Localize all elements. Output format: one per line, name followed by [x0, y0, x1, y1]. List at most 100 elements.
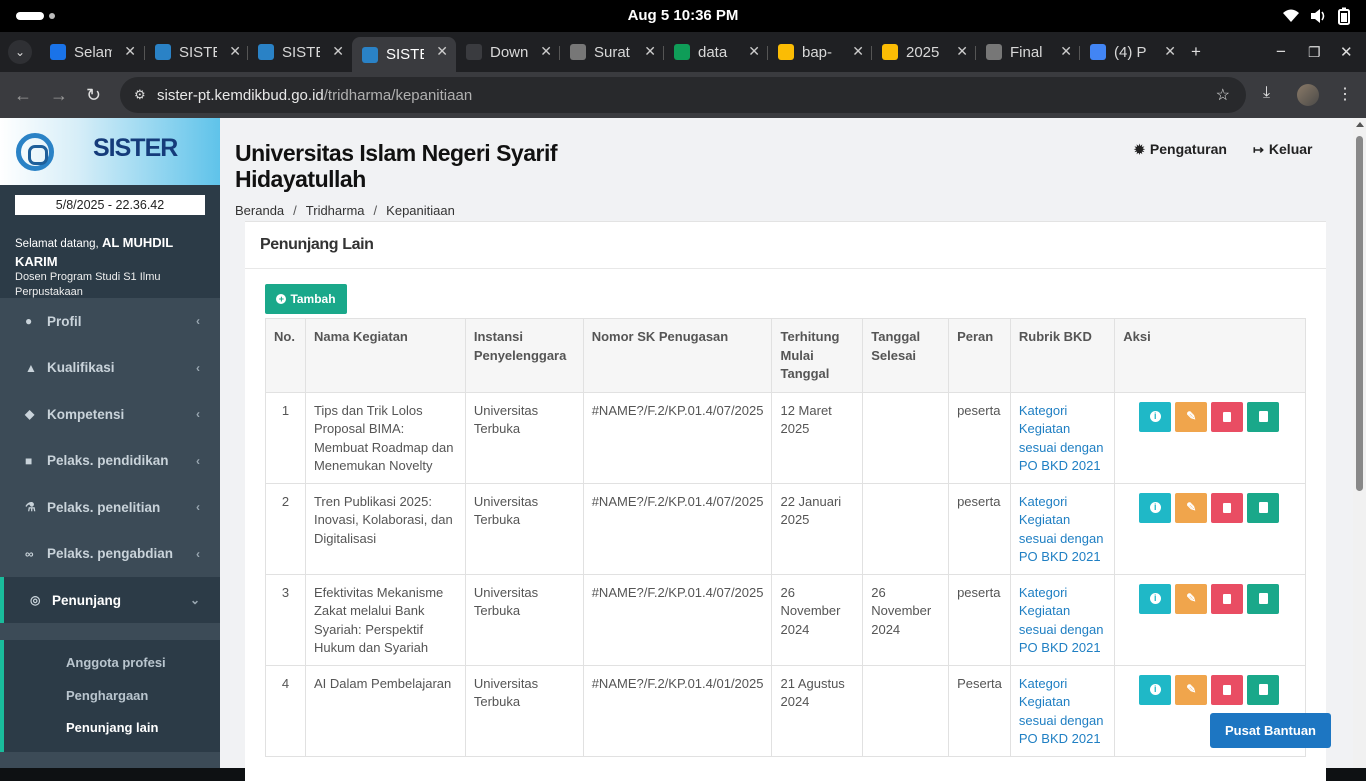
- address-bar[interactable]: ⚙ sister-pt.kemdikbud.go.id/tridharma/ke…: [120, 77, 1246, 113]
- info-button[interactable]: i: [1139, 401, 1172, 432]
- submenu-penghargaan[interactable]: Penghargaan: [66, 688, 148, 703]
- cell-mulai: 22 Januari 2025: [771, 482, 864, 575]
- document-button[interactable]: [1247, 583, 1280, 614]
- system-tray[interactable]: [1282, 7, 1350, 25]
- tab-close-icon[interactable]: ✕: [124, 43, 136, 60]
- browser-tab[interactable]: SISTER ✕: [248, 37, 352, 67]
- browser-tab[interactable]: (4) P ✕: [1080, 37, 1184, 67]
- main-content: Universitas Islam Negeri Syarif Hidayatu…: [220, 118, 1353, 781]
- help-center-button[interactable]: Pusat Bantuan: [1210, 713, 1331, 748]
- rubrik-link[interactable]: Kategori Kegiatan sesuai dengan PO BKD 2…: [1009, 664, 1116, 757]
- bookmark-star-icon[interactable]: ☆: [1216, 85, 1230, 105]
- sidebar-item-pelaks-penelitian[interactable]: ⚗ Pelaks. penelitian ‹: [0, 484, 220, 530]
- delete-icon: [1223, 593, 1232, 604]
- tab-close-icon[interactable]: ✕: [229, 43, 241, 60]
- rubrik-link[interactable]: Kategori Kegiatan sesuai dengan PO BKD 2…: [1009, 573, 1116, 666]
- tab-close-icon[interactable]: ✕: [436, 43, 448, 60]
- sidebar-item-kompetensi[interactable]: ◆ Kompetensi ‹: [0, 391, 220, 437]
- document-button[interactable]: [1247, 401, 1280, 432]
- forward-icon[interactable]: →: [50, 85, 68, 106]
- tab-title: data: [698, 43, 728, 61]
- rubrik-link[interactable]: Kategori Kegiatan sesuai dengan PO BKD 2…: [1009, 391, 1116, 484]
- tab-close-icon[interactable]: ✕: [644, 43, 656, 60]
- penunjang-table: No. Nama Kegiatan Instansi Penyelenggara No…: [265, 318, 1306, 757]
- tab-favicon: [674, 44, 690, 60]
- tab-close-icon[interactable]: ✕: [956, 43, 968, 60]
- browser-tab[interactable]: bap- ✕: [768, 37, 872, 67]
- penunjang-submenu: Anggota profesi Penghargaan Penunjang la…: [0, 640, 220, 752]
- book-icon: ■: [25, 453, 33, 468]
- penunjang-lain-card: Penunjang Lain + Tambah No. Nama Kegiatan I…: [245, 221, 1326, 781]
- info-button[interactable]: i: [1139, 492, 1172, 523]
- back-icon[interactable]: ←: [14, 85, 32, 106]
- document-button[interactable]: [1247, 674, 1280, 705]
- sidebar-item-pelaks-pendidikan[interactable]: ■ Pelaks. pendidikan ‹: [0, 438, 220, 484]
- maximize-button[interactable]: ❐: [1308, 44, 1321, 61]
- brand-header[interactable]: SISTER: [0, 118, 220, 185]
- tab-close-icon[interactable]: ✕: [748, 43, 760, 60]
- sidebar-item-pelaks-pengabdian[interactable]: ∞ Pelaks. pengabdian ‹: [0, 531, 220, 577]
- tab-close-icon[interactable]: ✕: [1060, 43, 1072, 60]
- tab-search-button[interactable]: ⌄: [8, 40, 32, 64]
- tab-title: Final: [1010, 43, 1043, 61]
- tab-favicon: [570, 44, 586, 60]
- delete-button[interactable]: [1211, 401, 1244, 432]
- reload-icon[interactable]: ↻: [86, 85, 101, 106]
- column-header: Terhitung Mulai Tanggal: [771, 318, 864, 393]
- browser-tab[interactable]: Surat ✕: [560, 37, 664, 67]
- breadcrumb-beranda[interactable]: Beranda: [235, 203, 284, 218]
- browser-tab[interactable]: 2025 ✕: [872, 37, 976, 67]
- download-icon[interactable]: ⤓: [1263, 84, 1270, 102]
- rubrik-link[interactable]: Kategori Kegiatan sesuai dengan PO BKD 2…: [1009, 482, 1116, 575]
- edit-button[interactable]: ✎: [1175, 583, 1208, 614]
- browser-tab[interactable]: data ✕: [664, 37, 768, 67]
- delete-button[interactable]: [1211, 674, 1244, 705]
- sidebar-item-kualifikasi[interactable]: ▲ Kualifikasi ‹: [0, 345, 220, 391]
- document-button[interactable]: [1247, 492, 1280, 523]
- edit-button[interactable]: ✎: [1175, 401, 1208, 432]
- profile-avatar[interactable]: [1297, 84, 1319, 106]
- wifi-icon: [1283, 9, 1299, 22]
- info-button[interactable]: i: [1139, 583, 1172, 614]
- info-button[interactable]: i: [1139, 674, 1172, 705]
- breadcrumb-tridharma[interactable]: Tridharma: [306, 203, 365, 218]
- delete-button[interactable]: [1211, 492, 1244, 523]
- browser-tab[interactable]: SISTER ✕: [145, 37, 249, 67]
- scroll-thumb[interactable]: [1356, 136, 1363, 491]
- close-window-button[interactable]: ✕: [1340, 43, 1353, 61]
- submenu-penunjang-lain[interactable]: Penunjang lain: [66, 720, 158, 735]
- system-clock[interactable]: Aug 5 10:36 PM: [0, 7, 1366, 24]
- chevron-down-icon: ⌄: [189, 593, 200, 607]
- tab-separator: [144, 46, 145, 60]
- chevron-left-icon: ‹: [196, 407, 200, 421]
- table-row: 3 Efektivitas Mekanisme Zakat melalui Ban…: [265, 573, 1306, 666]
- tab-favicon: [466, 44, 482, 60]
- edit-icon: ✎: [1186, 409, 1197, 424]
- browser-tab[interactable]: Selamat ✕: [40, 37, 144, 67]
- sidebar-item-penunjang[interactable]: ◎ Penunjang ⌄: [0, 577, 220, 623]
- sidebar-item-profil[interactable]: ● Profil ‹: [0, 298, 220, 344]
- new-tab-button[interactable]: +: [1191, 42, 1201, 62]
- browser-menu-icon[interactable]: ⋮: [1337, 84, 1353, 104]
- edit-button[interactable]: ✎: [1175, 492, 1208, 523]
- add-button[interactable]: + Tambah: [265, 284, 347, 314]
- edit-button[interactable]: ✎: [1175, 674, 1208, 705]
- breadcrumb-kepanitiaan: Kepanitiaan: [386, 203, 455, 218]
- tab-close-icon[interactable]: ✕: [1164, 43, 1176, 60]
- browser-tab-bar: ⌄ Selamat ✕ SISTER ✕ SISTER ✕ SISTER ✕ Download ✕…: [0, 32, 1366, 72]
- tab-close-icon[interactable]: ✕: [540, 43, 552, 60]
- site-info-icon[interactable]: ⚙: [134, 87, 146, 103]
- tab-close-icon[interactable]: ✕: [852, 43, 864, 60]
- minimize-button[interactable]: −: [1276, 42, 1286, 62]
- delete-button[interactable]: [1211, 583, 1244, 614]
- browser-tab[interactable]: Final ✕: [976, 37, 1080, 67]
- page-scrollbar[interactable]: [1353, 118, 1366, 768]
- tab-close-icon[interactable]: ✕: [332, 43, 344, 60]
- settings-link[interactable]: ✹ Pengaturan: [1134, 141, 1227, 158]
- browser-toolbar: ← → ↻ ⚙ sister-pt.kemdikbud.go.id/tridha…: [0, 72, 1366, 118]
- browser-tab[interactable]: SISTER ✕: [352, 37, 456, 72]
- submenu-anggota-profesi[interactable]: Anggota profesi: [66, 655, 166, 670]
- brand-name: SISTER: [93, 134, 178, 162]
- logout-link[interactable]: ↦ Keluar: [1253, 141, 1312, 158]
- browser-tab[interactable]: Download ✕: [456, 37, 560, 67]
